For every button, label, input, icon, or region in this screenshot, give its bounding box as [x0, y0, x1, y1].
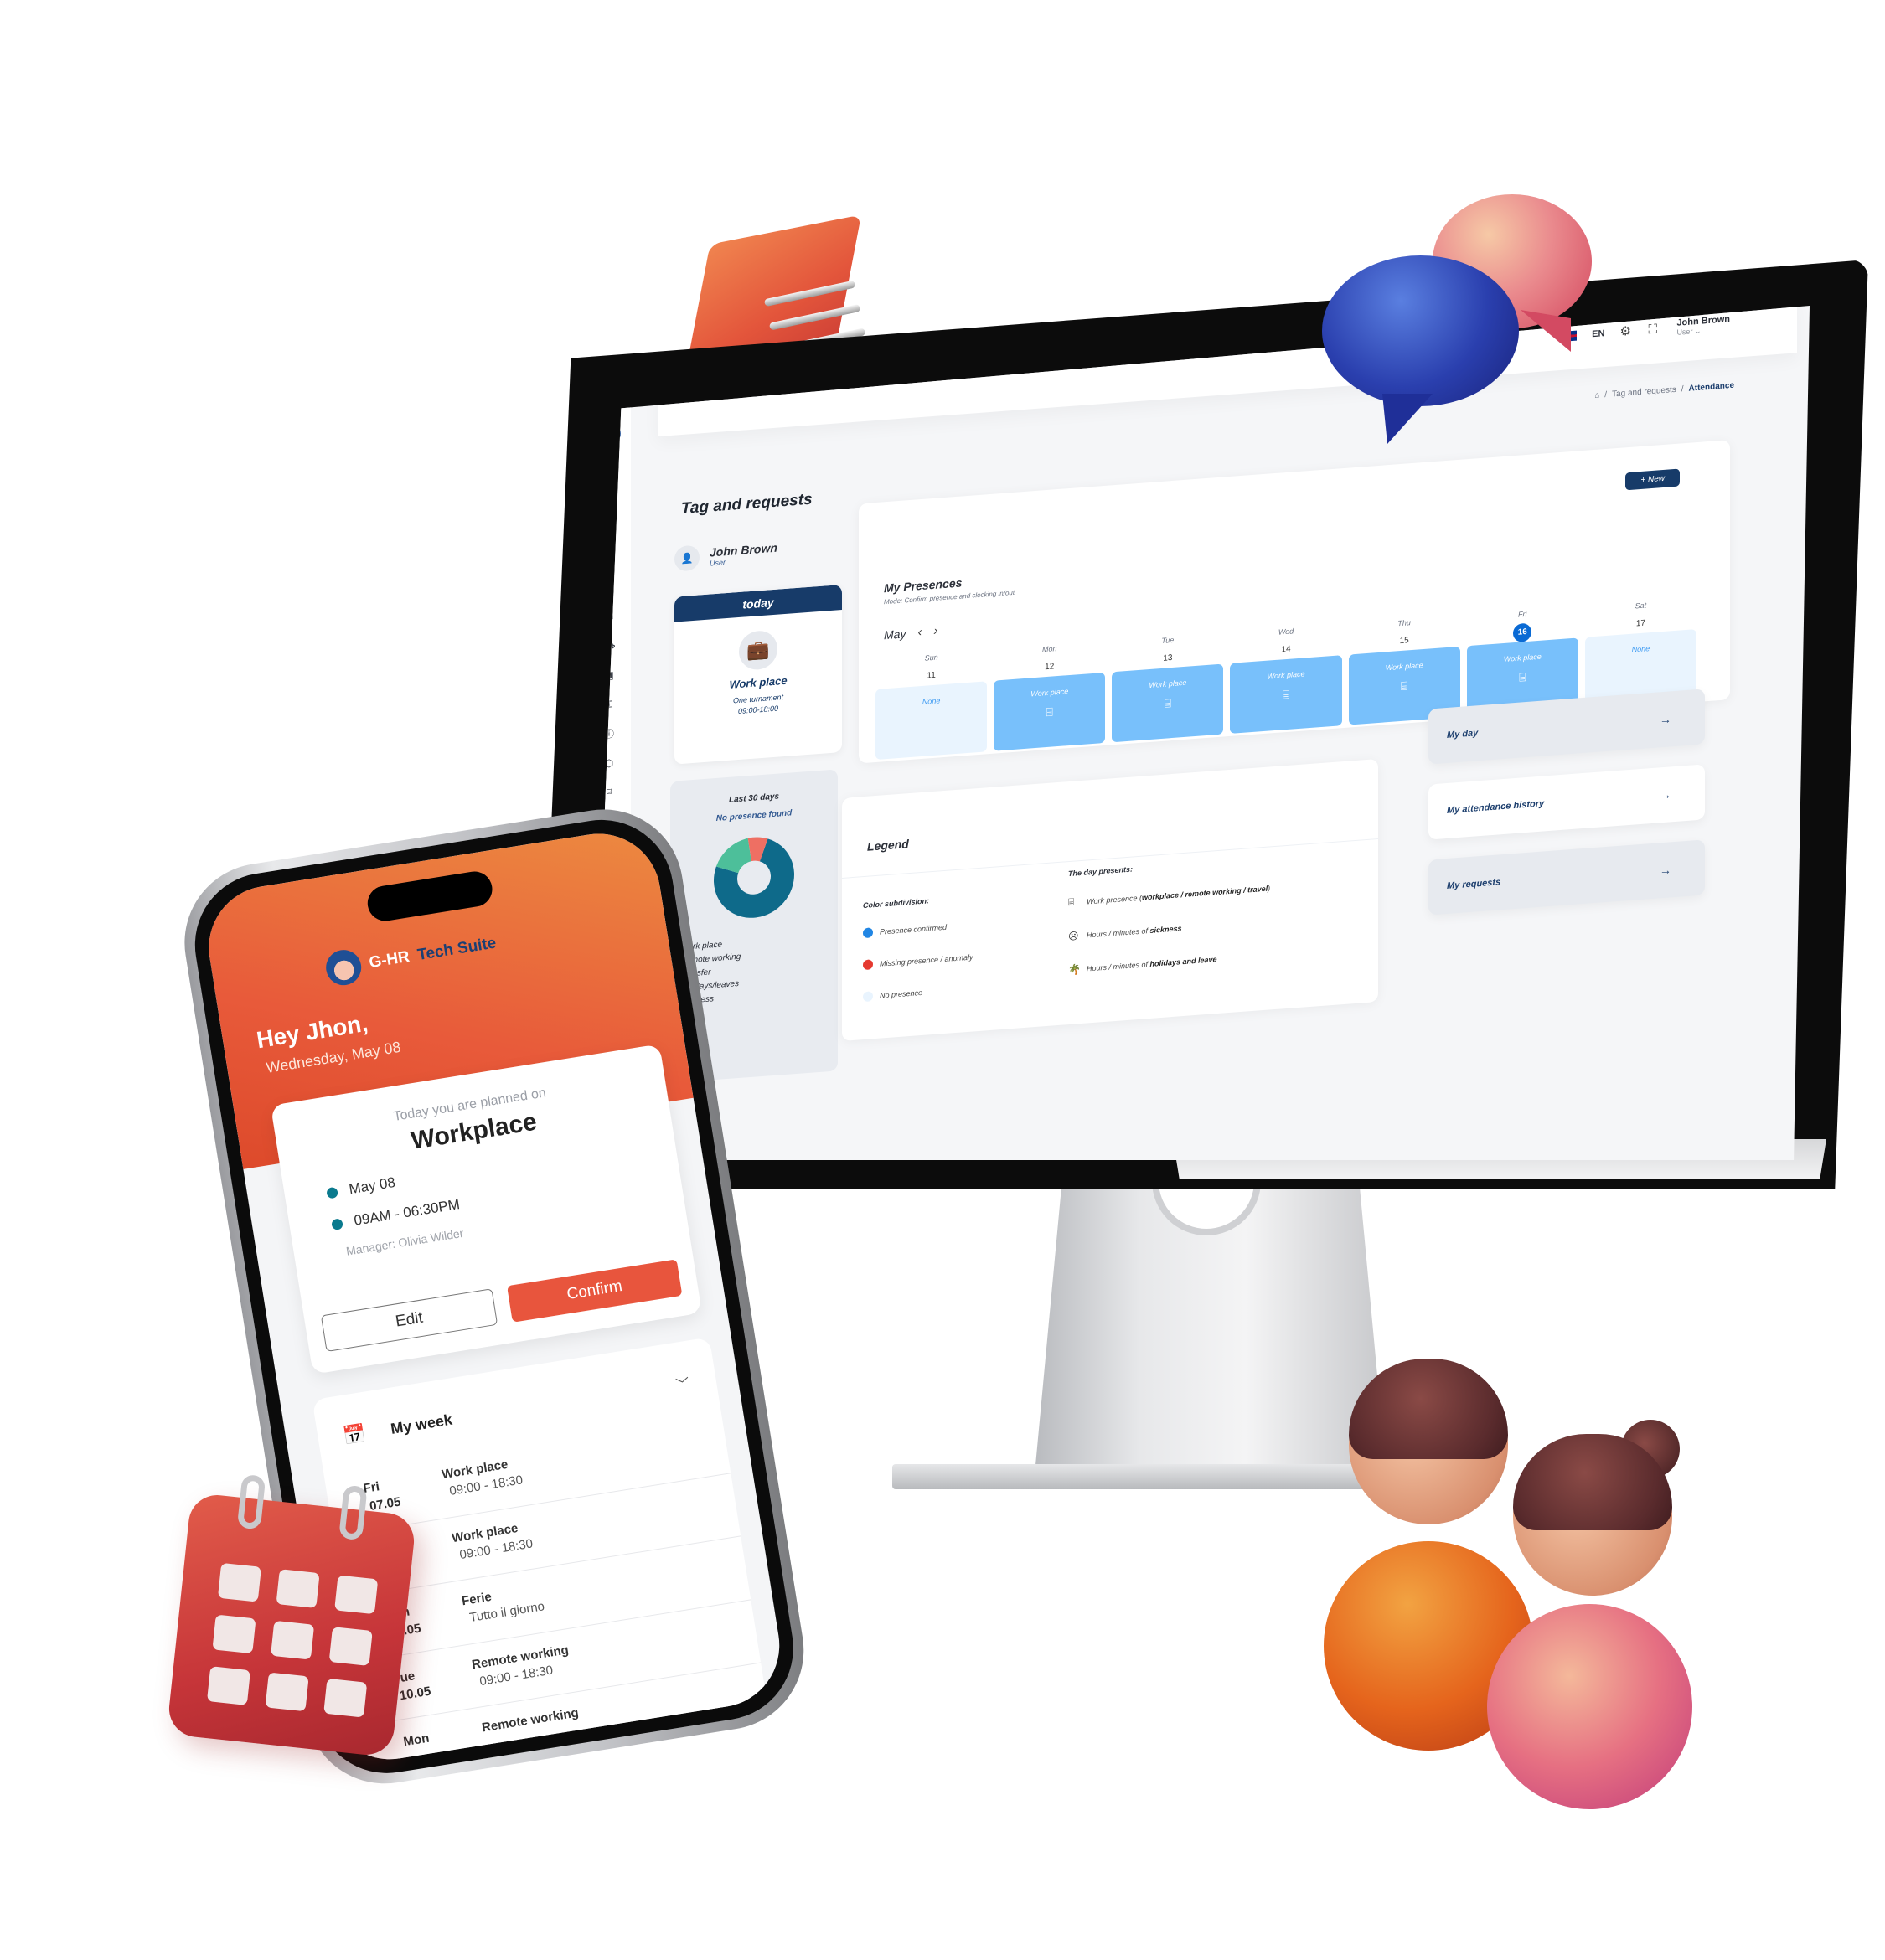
page-title: Tag and requests [681, 490, 813, 518]
day-legend-item: ⌸ Work presence (workplace / remote worki… [1068, 883, 1271, 909]
day-status-tile[interactable]: None [875, 681, 988, 761]
edit-button[interactable]: Edit [320, 1288, 498, 1353]
day-number: 17 [1635, 618, 1645, 629]
breadcrumb: ⌂ / Tag and requests / Attendance [1594, 380, 1734, 401]
language-selector[interactable]: EN [1592, 328, 1604, 339]
bullet-dot-icon [326, 1186, 338, 1199]
chevron-down-icon: ⌄ [1694, 326, 1702, 336]
day-presents-heading: The day presents: [1068, 864, 1134, 879]
day-legend-item: ☹ Hours / minutes of sickness [1068, 924, 1182, 943]
day-number: 12 [1045, 662, 1055, 673]
person-body-decoration [1487, 1604, 1692, 1809]
briefcase-icon: ⌸ [1282, 687, 1290, 702]
color-subdivision-heading: Color subdivision: [863, 896, 930, 910]
day-legend-item: 🌴 Hours / minutes of holidays and leave [1068, 955, 1217, 977]
month-label: May [884, 626, 906, 642]
quick-links: My day → My attendance history → My reques… [1428, 689, 1705, 935]
legend-title: Legend [867, 837, 909, 854]
briefcase-icon: ⌸ [1068, 895, 1075, 909]
calendar-3d-decoration [166, 1473, 417, 1758]
bullet-dot-icon [331, 1217, 343, 1230]
briefcase-icon: 💼 [739, 629, 777, 672]
home-icon[interactable]: ⌂ [1594, 391, 1599, 400]
arrow-right-icon: → [1660, 712, 1671, 727]
day-number: 13 [1163, 653, 1173, 663]
current-day-number: 16 [1513, 622, 1532, 643]
day-status-tile[interactable]: Work place ⌸ [1230, 655, 1342, 734]
day-status-label: Work place [1385, 661, 1423, 673]
day-number: 11 [927, 670, 936, 681]
color-legend-item: Missing presence / anomaly [863, 945, 1072, 971]
brand-name-part2: Tech Suite [416, 934, 498, 965]
day-column[interactable]: Sun 11 None [875, 649, 988, 761]
day-number: 14 [1281, 644, 1291, 655]
sick-face-icon: ☹ [1068, 930, 1079, 943]
day-number: 15 [1399, 636, 1409, 647]
presences-title: My Presences [884, 575, 963, 596]
day-status-label: Work place [1149, 678, 1187, 690]
my-attendance-history-link[interactable]: My attendance history → [1428, 764, 1705, 840]
plan-date: May 08 [348, 1173, 397, 1198]
briefcase-icon: ⌸ [1164, 696, 1172, 710]
day-status-tile[interactable]: Work place ⌸ [1112, 663, 1224, 743]
next-month-chevron-icon[interactable]: › [933, 624, 937, 638]
user-role: User [1676, 327, 1693, 337]
chat-bubble-blue-decoration [1322, 255, 1519, 406]
color-dot-icon [863, 927, 873, 939]
chevron-down-icon[interactable]: ﹀ [674, 1372, 691, 1394]
day-column[interactable]: Mon 12 Work place ⌸ [994, 641, 1106, 751]
color-dot-icon [863, 991, 873, 1003]
plan-hours: 09AM - 06:30PM [353, 1196, 462, 1229]
fullscreen-icon[interactable]: ⛶ [1648, 322, 1661, 337]
color-legend-item: No presence [863, 977, 1072, 1003]
mascot-logo-icon [323, 947, 364, 988]
briefcase-icon: ⌸ [1046, 704, 1053, 720]
confirm-button[interactable]: Confirm [507, 1259, 683, 1323]
day-column[interactable]: Tue 13 Work place ⌸ [1112, 632, 1224, 743]
briefcase-icon: ⌸ [1519, 670, 1526, 684]
calendar-ring [236, 1473, 266, 1530]
my-week-title: My week [389, 1411, 454, 1437]
palm-tree-icon: 🌴 [1068, 963, 1081, 977]
day-status-label: Work place [1030, 687, 1069, 699]
color-subdivision: Color subdivision: Presence confirmed Mis… [863, 886, 1072, 1024]
breadcrumb-tag-requests[interactable]: Tag and requests [1612, 385, 1676, 400]
day-column[interactable]: Wed 14 Work place ⌸ [1230, 623, 1342, 734]
new-button[interactable]: + New [1625, 468, 1680, 491]
brand-name-part1: G-HR [368, 947, 411, 972]
briefcase-icon: ⌸ [1400, 678, 1408, 693]
day-status-label: Work place [1267, 669, 1305, 681]
color-legend-item: Presence confirmed [863, 913, 1072, 939]
today-card: today 💼 Work place One turnament 09:00-18… [674, 584, 842, 765]
profile: 👤 John Brown User [674, 539, 777, 572]
calendar-ring [338, 1484, 368, 1541]
user-avatar-icon: 👤 [674, 544, 700, 572]
arrow-right-icon: → [1660, 787, 1671, 802]
my-requests-link[interactable]: My requests → [1428, 839, 1705, 916]
settings-gear-icon[interactable]: ⚙ [1619, 323, 1633, 338]
prev-month-chevron-icon[interactable]: ‹ [917, 625, 922, 639]
day-presents: The day presents: ⌸ Work presence (workpl… [1068, 848, 1370, 998]
week-day-name: Mon [402, 1730, 431, 1750]
breadcrumb-attendance: Attendance [1688, 380, 1734, 394]
calendar-icon: 📅 [341, 1421, 368, 1447]
day-status-tile[interactable]: Work place ⌸ [994, 672, 1106, 751]
day-status-label: None [922, 696, 941, 706]
color-dot-icon [863, 959, 873, 971]
day-status-label: None [1631, 644, 1650, 654]
arrow-right-icon: → [1660, 863, 1671, 878]
week-day-kind: Remote working [480, 1705, 580, 1736]
today-header: today [674, 584, 842, 622]
user-menu[interactable]: John Brown User ⌄ [1676, 314, 1730, 338]
day-status-label: Work place [1503, 652, 1542, 663]
legend-card: Legend Color subdivision: Presence confi… [842, 758, 1378, 1041]
